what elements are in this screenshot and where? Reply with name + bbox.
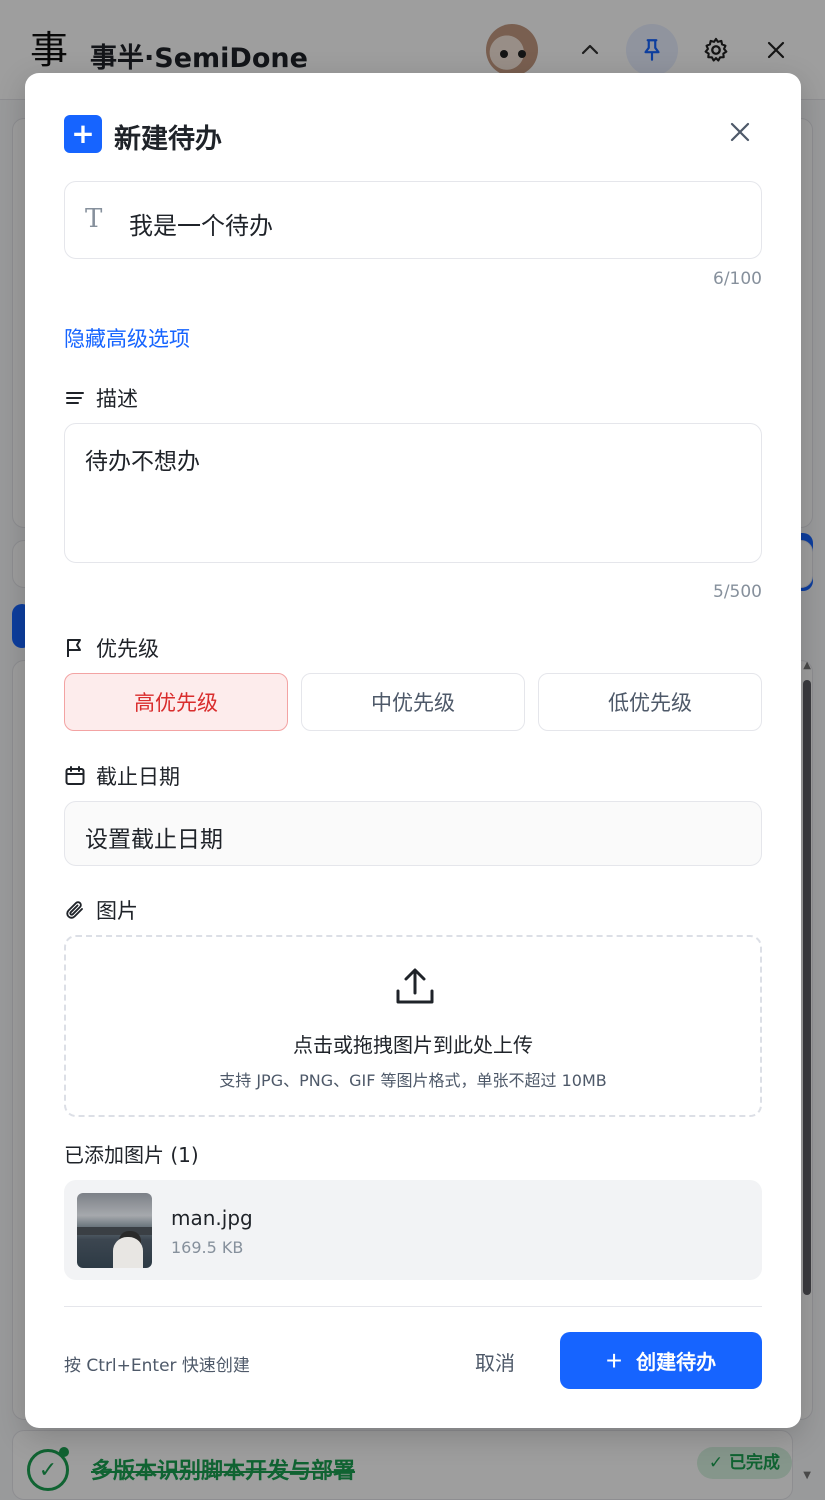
footer-divider [64, 1306, 762, 1307]
priority-medium-button[interactable]: 中优先级 [301, 673, 525, 731]
paperclip-icon [64, 899, 86, 921]
flag-icon [64, 637, 86, 659]
priority-high-button[interactable]: 高优先级 [64, 673, 288, 731]
close-icon [730, 122, 750, 142]
new-todo-dialog: + 新建待办 T 我是一个待办 6/100 隐藏高级选项 描述 待办不想办 5/… [25, 73, 801, 1428]
todo-title-value[interactable]: 我是一个待办 [129, 206, 273, 241]
file-size: 169.5 KB [171, 1238, 244, 1257]
added-images-label: 已添加图片 (1) [64, 1143, 199, 1167]
title-char-counter: 6/100 [713, 269, 762, 289]
priority-label: 优先级 [64, 633, 159, 663]
due-date-label-text: 截止日期 [96, 765, 180, 789]
cancel-button[interactable]: 取消 [455, 1333, 535, 1389]
priority-label-text: 优先级 [96, 637, 159, 661]
due-date-placeholder[interactable]: 设置截止日期 [85, 820, 223, 854]
create-todo-label: 创建待办 [636, 1352, 717, 1374]
todo-title-input[interactable]: T 我是一个待办 [64, 181, 762, 259]
plus-icon: + [64, 115, 102, 153]
description-textarea[interactable]: 待办不想办 [64, 423, 762, 563]
align-left-icon [64, 387, 86, 409]
file-name: man.jpg [171, 1206, 253, 1230]
description-value[interactable]: 待办不想办 [85, 442, 200, 476]
description-char-counter: 5/500 [713, 582, 762, 602]
hide-advanced-options-link[interactable]: 隐藏高级选项 [64, 323, 190, 353]
priority-options: 高优先级 中优先级 低优先级 [64, 673, 762, 731]
upload-instructions: 点击或拖拽图片到此处上传 [293, 1033, 533, 1057]
images-label: 图片 [64, 895, 138, 925]
attached-image-item[interactable]: man.jpg 169.5 KB [64, 1180, 762, 1280]
upload-format-hint: 支持 JPG、PNG、GIF 等图片格式，单张不超过 10MB [219, 1071, 607, 1090]
calendar-icon [64, 765, 86, 787]
images-label-text: 图片 [96, 899, 138, 923]
image-thumbnail[interactable] [77, 1193, 152, 1268]
create-todo-button[interactable]: + 创建待办 [560, 1332, 762, 1389]
description-label-text: 描述 [96, 387, 138, 411]
priority-low-button[interactable]: 低优先级 [538, 673, 762, 731]
dialog-close-button[interactable] [725, 117, 755, 147]
due-date-label: 截止日期 [64, 761, 180, 791]
image-upload-dropzone[interactable]: 点击或拖拽图片到此处上传 支持 JPG、PNG、GIF 等图片格式，单张不超过 … [64, 935, 762, 1117]
text-icon: T [85, 204, 103, 234]
description-label: 描述 [64, 383, 138, 413]
plus-icon: + [605, 1344, 623, 1376]
dialog-title: 新建待办 [114, 124, 222, 155]
upload-icon [396, 968, 434, 1004]
due-date-picker[interactable]: 设置截止日期 [64, 801, 762, 866]
shortcut-hint: 按 Ctrl+Enter 快速创建 [64, 1356, 250, 1376]
